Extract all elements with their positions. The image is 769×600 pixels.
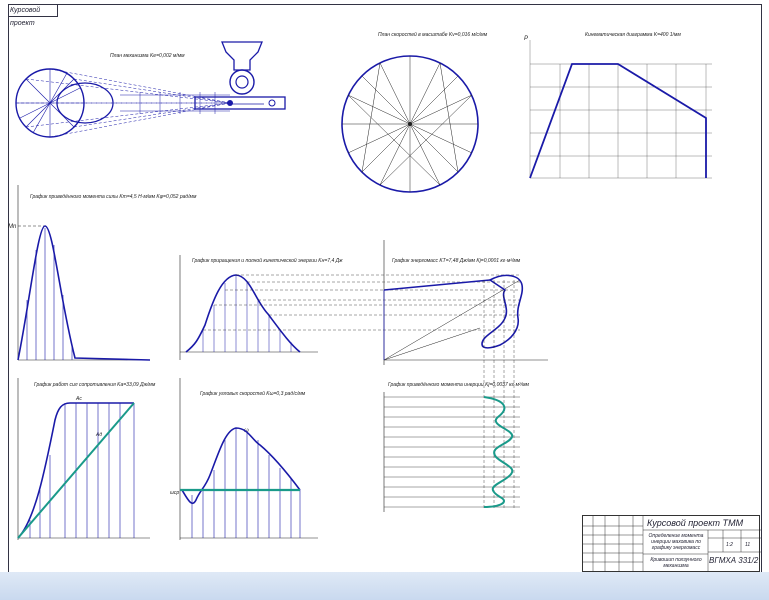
viewer-bottom-bar [0,572,769,600]
moment-ordinates [26,228,73,360]
moment-chart: График приведённого момента силы Km=4,5 … [8,185,197,361]
energy-mass-curve [481,274,524,349]
energy-ordinates [202,275,292,352]
title-block-project: Курсовой проект ТММ [647,518,744,528]
omega-avg-label: ωср [170,490,179,496]
work-label-ad: Aд [95,432,102,438]
omega-curve [181,427,301,505]
cam-diagram: Кинематическая диаграмма K=400 1/мм P [524,32,712,179]
velocity-pole [408,122,412,126]
cam-grid [529,40,712,179]
tangent-upper [383,279,521,361]
title-block-scale: 1:2 [726,542,733,548]
moment-curve [17,225,151,361]
velocity-title: План скоростей в масштабе Kv=0,016 м/с/м… [378,31,488,38]
drawing-canvas: План механизма Ke=0,002 м/мм План скорос… [8,31,712,540]
title-block-code: ВГМХА 331/2 [709,556,759,565]
energy-mass-chart: График энергомасс KT=7,48 Дж/мм Kj=0,000… [383,240,548,510]
drawing-sheet: Курсовой проект План механизма Ke=0,002 … [0,0,769,600]
inertia-chart: График приведённого момента инерции Kj=0… [383,382,530,512]
energy-title: График приращения и полной кинетической … [192,257,343,264]
slider-pin [227,100,233,106]
energy-mass-start-line [383,279,491,291]
omega-ordinates [191,428,301,538]
inertia-title: График приведённого момента инерции Kj=0… [388,382,530,388]
title-block-description2: Кривошип ползунного механизма [650,557,702,569]
moment-peak-label: Mn [8,224,17,230]
energy-chart: График приращения и полной кинетической … [179,255,520,360]
cam-axis-label: P [524,36,528,42]
inertia-curve [483,396,514,508]
title-block-sheets: 11 [745,542,751,548]
mechanism-plan: План механизма Ke=0,002 м/мм [15,41,286,138]
inertia-grid [384,396,520,508]
energy-mass-title: График энергомасс KT=7,48 Дж/мм Kj=0,000… [392,258,521,264]
work-ordinates [29,403,135,538]
omega-chart: График угловых скоростей Kω=0,3 рад/с/мм… [170,378,318,540]
guide-pin [268,99,276,107]
title-block: Курсовой проект ТММ Определение момента … [582,515,761,573]
tangent-lower [383,327,481,361]
work-chart: График работ сил сопротивления Kа=33,09 … [17,378,156,540]
connecting-rods [16,68,231,138]
moment-title: График приведённого момента силы Km=4,5 … [30,194,197,200]
energy-projection-lines [203,274,520,331]
pulley-outer [229,69,255,95]
hopper [221,41,263,71]
mechanism-title: План механизма Ke=0,002 м/мм [110,53,185,59]
pulley-inner [235,75,249,89]
title-block-description: Определение момента инерции маховика по … [648,533,704,551]
work-label-ac: Ac [75,396,82,402]
work-title: График работ сил сопротивления Kа=33,09 … [34,382,156,388]
cam-title: Кинематическая диаграмма K=400 1/мм [585,32,681,38]
omega-title: График угловых скоростей Kω=0,3 рад/с/мм [200,390,306,397]
velocity-plan: План скоростей в масштабе Kv=0,016 м/с/м… [341,31,488,193]
